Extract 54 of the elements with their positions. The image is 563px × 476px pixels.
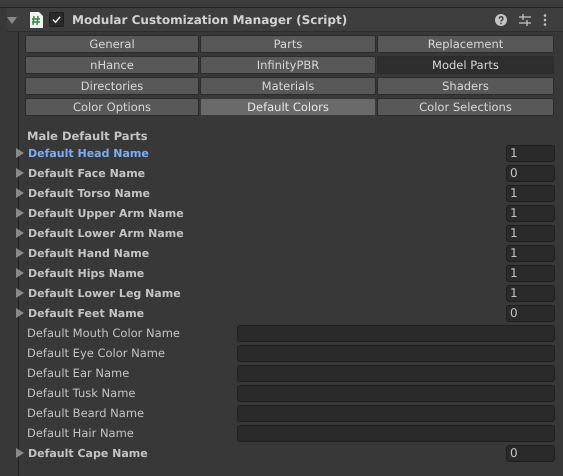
field-label: Default Beard Name bbox=[27, 406, 146, 420]
tab[interactable]: Shaders bbox=[377, 77, 554, 95]
help-icon[interactable] bbox=[495, 14, 507, 26]
size-field[interactable]: 1 bbox=[506, 144, 555, 162]
tab[interactable]: Materials bbox=[200, 77, 376, 95]
field-label: Default Hand Name bbox=[28, 246, 150, 260]
field-label: Default Eye Color Name bbox=[27, 346, 166, 360]
tab[interactable]: Directories bbox=[25, 77, 199, 95]
more-options-icon[interactable] bbox=[543, 14, 547, 26]
field-label: Default Face Name bbox=[28, 166, 146, 180]
text-field[interactable] bbox=[237, 404, 555, 422]
size-field[interactable]: 0 bbox=[506, 444, 555, 462]
field-label: Default Ear Name bbox=[27, 366, 130, 380]
field-label: Default Torso Name bbox=[28, 186, 150, 200]
tab[interactable]: Model Parts bbox=[377, 56, 554, 74]
enable-checkbox[interactable] bbox=[49, 12, 64, 27]
field-label: Default Lower Leg Name bbox=[28, 286, 181, 300]
field-label: Default Tusk Name bbox=[27, 386, 136, 400]
text-field[interactable] bbox=[237, 384, 555, 402]
foldout-triangle-icon[interactable] bbox=[7, 14, 17, 24]
checkmark-icon bbox=[51, 14, 62, 25]
tab[interactable]: Color Options bbox=[25, 98, 199, 116]
section-title: Male Default Parts bbox=[27, 129, 149, 143]
text-field[interactable] bbox=[237, 424, 555, 442]
field-label: Default Upper Arm Name bbox=[28, 206, 184, 220]
tab[interactable]: nHance bbox=[25, 56, 199, 74]
text-field[interactable] bbox=[237, 344, 555, 362]
field-label: Default Lower Arm Name bbox=[28, 226, 184, 240]
text-field[interactable] bbox=[237, 364, 555, 382]
component-title: Modular Customization Manager (Script) bbox=[72, 12, 348, 26]
tab[interactable]: Default Colors bbox=[200, 98, 376, 116]
size-field[interactable]: 1 bbox=[506, 244, 555, 262]
tab[interactable]: Parts bbox=[200, 35, 376, 53]
tab[interactable]: Color Selections bbox=[377, 98, 554, 116]
field-label: Default Hair Name bbox=[27, 426, 135, 440]
tab[interactable]: InfinityPBR bbox=[200, 56, 376, 74]
size-field[interactable]: 1 bbox=[506, 284, 555, 302]
tab[interactable]: Replacement bbox=[377, 35, 554, 53]
size-field[interactable]: 1 bbox=[506, 224, 555, 242]
size-field[interactable]: 1 bbox=[506, 204, 555, 222]
size-field[interactable]: 0 bbox=[506, 304, 555, 322]
size-field[interactable]: 1 bbox=[506, 264, 555, 282]
field-label: Default Feet Name bbox=[28, 306, 144, 320]
tab[interactable]: General bbox=[25, 35, 199, 53]
script-icon bbox=[29, 12, 43, 28]
foldout-triangle-icon[interactable] bbox=[16, 448, 24, 458]
field-label: Default Mouth Color Name bbox=[27, 326, 181, 340]
field-label: Default Head Name bbox=[28, 146, 149, 160]
presets-sliders-icon[interactable] bbox=[519, 14, 531, 26]
size-field[interactable]: 0 bbox=[506, 164, 555, 182]
field-label: Default Hips Name bbox=[28, 266, 144, 280]
size-field[interactable]: 1 bbox=[506, 184, 555, 202]
text-field[interactable] bbox=[237, 324, 555, 342]
field-label: Default Cape Name bbox=[28, 446, 148, 460]
